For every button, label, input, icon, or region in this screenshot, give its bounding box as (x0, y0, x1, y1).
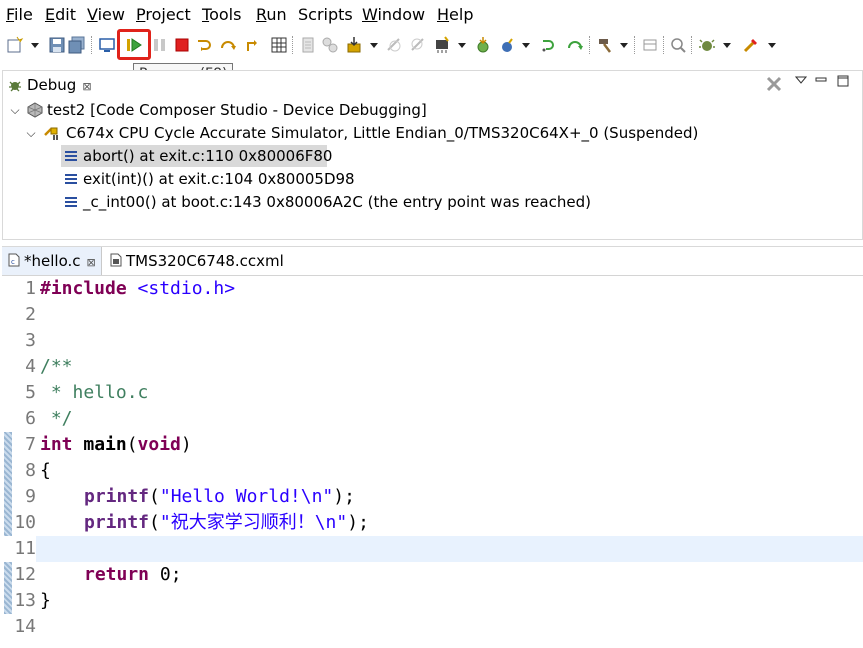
debug-bug-icon[interactable] (498, 36, 516, 54)
stack-frame-label: exit(int)() at exit.c:104 0x80005D98 (83, 170, 355, 188)
suspended-thread-icon (44, 127, 58, 140)
code-line[interactable]: 10 printf("祝大家学习顺利！\n"); (2, 510, 863, 536)
target-config-file-icon (110, 253, 122, 266)
code-line[interactable]: 4 /** (2, 354, 863, 380)
save-all-icon[interactable] (68, 36, 86, 54)
code-line[interactable]: 8 { (2, 458, 863, 484)
stack-frame-icon (65, 173, 77, 184)
chevron-down-icon[interactable]: ⌵ (7, 99, 23, 121)
tab-label: TMS320C6748.ccxml (126, 252, 284, 270)
stack-frame-row[interactable]: _c_int00() at boot.c:143 0x80006A2C (the… (61, 191, 591, 213)
debug-config-dropdown-icon[interactable] (723, 43, 731, 48)
tab-hello-c[interactable]: c *hello.c ⊠ (2, 247, 102, 275)
editor-tab-bar: c *hello.c ⊠ TMS320C6748.ccxml (2, 247, 863, 276)
stack-frame-row[interactable]: abort() at exit.c:110 0x80006F80 (61, 145, 332, 167)
load-program-icon[interactable] (345, 36, 363, 54)
c-file-icon: c (8, 253, 20, 266)
menu-window[interactable]: Window (362, 5, 425, 24)
stack-frame-icon (65, 196, 77, 207)
debug-view-icon[interactable] (98, 36, 116, 54)
menu-project[interactable]: Project (136, 5, 191, 24)
debug-dropdown-icon[interactable] (522, 43, 530, 48)
tab-label: *hello.c (24, 252, 81, 270)
disconnect-target-icon[interactable] (409, 36, 427, 54)
view-menu-icon[interactable] (795, 75, 807, 85)
external-tools-dropdown-icon[interactable] (768, 43, 776, 48)
build-run-icon[interactable] (474, 36, 492, 54)
toolbar-separator (691, 36, 692, 54)
build-dropdown-icon[interactable] (620, 43, 628, 48)
menu-view[interactable]: View (87, 5, 125, 24)
code-line[interactable]: 14 (2, 614, 863, 640)
code-line[interactable]: 6 */ (2, 406, 863, 432)
assembly-step-over-icon[interactable] (566, 36, 584, 54)
launch-config-icon (27, 102, 43, 118)
external-tools-icon[interactable] (742, 36, 760, 54)
menu-scripts[interactable]: Scripts (298, 5, 353, 24)
code-line[interactable]: 2 (2, 302, 863, 328)
step-return-icon[interactable] (243, 36, 261, 54)
stack-frame-label: _c_int00() at boot.c:143 0x80006A2C (the… (83, 193, 591, 211)
target-label: C674x CPU Cycle Accurate Simulator, Litt… (66, 124, 699, 142)
target-chip-icon[interactable] (433, 36, 451, 54)
debug-view-tab[interactable]: Debug ⊠ (3, 71, 92, 99)
save-icon[interactable] (48, 36, 66, 54)
debug-view: Debug ⊠ ⌵ test2 [Code Composer Studio - D… (2, 70, 863, 240)
code-line[interactable]: 3 (2, 328, 863, 354)
toolbar-separator (634, 36, 635, 54)
disconnect-icon[interactable] (385, 36, 403, 54)
code-line[interactable]: 9 printf("Hello World!\n"); (2, 484, 863, 510)
code-line[interactable]: 12 return 0; (2, 562, 863, 588)
current-code-line[interactable]: 11 (2, 536, 863, 562)
code-line[interactable]: 13 } (2, 588, 863, 614)
step-into-icon[interactable] (195, 36, 213, 54)
close-tab-icon[interactable]: ⊠ (82, 80, 91, 93)
registers-icon[interactable] (270, 36, 288, 54)
step-over-icon[interactable] (219, 36, 237, 54)
code-line[interactable]: 7 int main(void) (2, 432, 863, 458)
toolbar-separator (292, 36, 293, 54)
code-line[interactable]: 5 * hello.c (2, 380, 863, 406)
load-dropdown-icon[interactable] (370, 43, 378, 48)
session-label: test2 [Code Composer Studio - Device Deb… (47, 101, 427, 119)
menu-file[interactable]: File (6, 5, 33, 24)
chevron-down-icon[interactable]: ⌵ (23, 122, 39, 144)
code-editor[interactable]: 1 #include <stdio.h> 2 3 4 /** 5 * hello… (2, 276, 863, 648)
code-line[interactable]: 1 #include <stdio.h> (2, 276, 863, 302)
stack-frame-label: abort() at exit.c:110 0x80006F80 (83, 147, 333, 165)
remove-terminated-icon[interactable] (765, 75, 783, 93)
debug-config-icon[interactable] (698, 36, 716, 54)
pin-view-icon[interactable] (641, 36, 659, 54)
menu-run[interactable]: Run (256, 5, 287, 24)
menu-edit[interactable]: Edit (45, 5, 76, 24)
resume-button-highlight (117, 29, 151, 60)
minimize-icon[interactable] (815, 75, 827, 85)
terminate-icon[interactable] (173, 36, 191, 54)
stack-frame-row[interactable]: exit(int)() at exit.c:104 0x80005D98 (61, 168, 355, 190)
new-wizard-icon[interactable] (6, 36, 24, 54)
debug-bug-icon (9, 81, 21, 92)
editor-area: c *hello.c ⊠ TMS320C6748.ccxml 1 #include … (2, 246, 863, 648)
toolbar-separator (91, 36, 92, 54)
debug-tab-label: Debug (27, 76, 77, 94)
toolbar-separator (589, 36, 590, 54)
svg-text:c: c (11, 258, 15, 266)
suspend-icon[interactable] (151, 36, 169, 54)
stack-frame-icon (65, 150, 77, 161)
maximize-icon[interactable] (837, 75, 849, 87)
menu-tools[interactable]: Tools (202, 5, 241, 24)
assembly-step-into-icon[interactable] (540, 36, 558, 54)
restart-icon[interactable] (299, 36, 317, 54)
connect-icon[interactable] (321, 36, 339, 54)
tab-ccxml[interactable]: TMS320C6748.ccxml (110, 247, 284, 275)
search-icon[interactable] (669, 36, 687, 54)
menu-bar: File Edit View Project Tools Run Scripts… (0, 0, 863, 30)
target-dropdown-icon[interactable] (458, 43, 466, 48)
hammer-build-icon[interactable] (596, 36, 614, 54)
close-tab-icon[interactable]: ⊠ (87, 256, 96, 269)
toolbar-separator (663, 36, 664, 54)
new-dropdown-icon[interactable] (31, 43, 39, 48)
menu-help[interactable]: Help (437, 5, 473, 24)
